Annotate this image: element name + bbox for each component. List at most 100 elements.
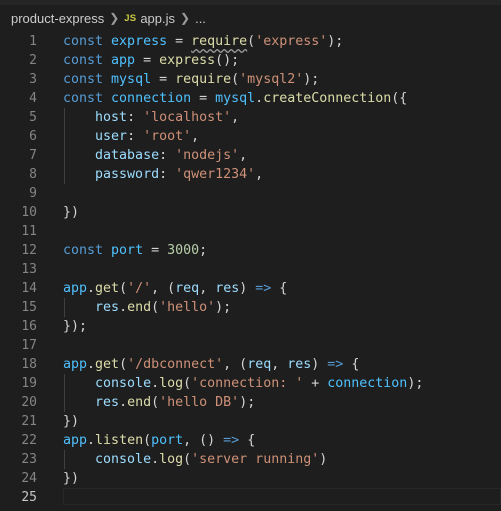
breadcrumb-folder[interactable]: product-express xyxy=(11,11,104,26)
identifier-token: password xyxy=(95,167,160,182)
identifier-token: req xyxy=(247,357,272,372)
code-line[interactable]: 14 app.get('/', (req, res) => { xyxy=(0,279,501,298)
code-content: app.get('/', (req, res) => { xyxy=(63,279,287,298)
punctuation-token: }) xyxy=(63,471,80,486)
breadcrumb-symbol-more[interactable]: ... xyxy=(195,11,206,26)
code-line[interactable]: 18 app.get('/dbconnect', (req, res) => { xyxy=(0,355,501,374)
constant-token: app xyxy=(63,281,88,296)
keyword-token: => xyxy=(255,281,272,296)
string-token: 'qwer1234' xyxy=(175,167,256,182)
code-line[interactable]: 22 app.listen(port, () => { xyxy=(0,431,501,450)
indent-guide xyxy=(64,298,65,317)
punctuation-token: = xyxy=(191,91,216,106)
punctuation-token: { xyxy=(343,357,360,372)
indent-guide xyxy=(64,374,65,412)
punctuation-token: = xyxy=(135,53,160,68)
line-number: 18 xyxy=(21,357,37,372)
current-line-highlight xyxy=(63,488,501,505)
string-token: 'connection: ' xyxy=(191,376,304,391)
code-line[interactable]: 15 res.end('hello'); xyxy=(0,298,501,317)
punctuation-token: . xyxy=(87,281,96,296)
identifier-token: host xyxy=(95,110,128,125)
code-content: res.end('hello DB'); xyxy=(63,393,255,412)
code-content: password: 'qwer1234', xyxy=(63,165,263,184)
identifier-token: res xyxy=(215,281,240,296)
punctuation-token: = xyxy=(151,72,176,87)
identifier-token: res xyxy=(95,300,120,315)
punctuation-token xyxy=(63,148,95,163)
code-content: app.listen(port, () => { xyxy=(63,431,255,450)
punctuation-token: }) xyxy=(63,205,80,220)
breadcrumb-file[interactable]: app.js xyxy=(140,11,175,26)
code-editor[interactable]: 1 const express = require('express'); 2 con… xyxy=(0,31,501,511)
code-line[interactable]: 11 xyxy=(0,222,501,241)
code-line[interactable]: 8 password: 'qwer1234', xyxy=(0,165,501,184)
code-line[interactable]: 5 host: 'localhost', xyxy=(0,108,501,127)
punctuation-token: = xyxy=(167,34,192,49)
code-line[interactable]: 16}); xyxy=(0,317,501,336)
identifier-token: res xyxy=(95,395,120,410)
line-number: 10 xyxy=(21,205,37,220)
line-number: 16 xyxy=(21,319,37,334)
constant-token: mysql xyxy=(111,72,152,87)
keyword-token: const xyxy=(63,72,104,87)
code-line[interactable]: 9 xyxy=(0,184,501,203)
code-line[interactable]: 17 xyxy=(0,336,501,355)
code-line[interactable]: 19 console.log('connection: ' + connecti… xyxy=(0,374,501,393)
identifier-token: database xyxy=(95,148,160,163)
identifier-token: console xyxy=(95,376,152,391)
code-line[interactable]: 6 user: 'root', xyxy=(0,127,501,146)
code-line[interactable]: 23 console.log('server running') xyxy=(0,450,501,469)
constant-token: app xyxy=(63,433,88,448)
punctuation-token: . xyxy=(255,91,264,106)
punctuation-token: ( xyxy=(183,376,192,391)
punctuation-token: . xyxy=(87,357,96,372)
string-token: 'server running' xyxy=(191,452,320,467)
punctuation-token: ); xyxy=(407,376,424,391)
string-token: '/dbconnect' xyxy=(127,357,224,372)
identifier-token: console xyxy=(95,452,152,467)
punctuation-token: ) xyxy=(239,281,256,296)
code-content: const app = express(); xyxy=(63,51,239,70)
line-number: 22 xyxy=(21,433,37,448)
punctuation-token: ( xyxy=(247,34,256,49)
code-content: console.log('connection: ' + connection)… xyxy=(63,374,423,393)
punctuation-token: ( xyxy=(143,433,152,448)
function-token: get xyxy=(95,281,120,296)
code-line[interactable]: 24}) xyxy=(0,469,501,488)
code-line[interactable]: 21}) xyxy=(0,412,501,431)
string-token: 'mysql2' xyxy=(239,72,304,87)
punctuation-token: ( xyxy=(231,72,240,87)
constant-token: app xyxy=(111,53,136,68)
code-line[interactable]: 3 const mysql = require('mysql2'); xyxy=(0,70,501,89)
punctuation-token: = xyxy=(143,243,168,258)
code-line[interactable]: 4 const connection = mysql.createConnecti… xyxy=(0,89,501,108)
punctuation-token xyxy=(63,300,95,315)
punctuation-token xyxy=(103,243,111,258)
code-line[interactable]: 25 xyxy=(0,488,501,507)
code-line[interactable]: 20 res.end('hello DB'); xyxy=(0,393,501,412)
indent-guide xyxy=(64,450,65,469)
code-line[interactable]: 1 const express = require('express'); xyxy=(0,32,501,51)
keyword-token: const xyxy=(63,34,104,49)
identifier-token: req xyxy=(175,281,200,296)
punctuation-token xyxy=(103,91,111,106)
string-token: 'hello DB' xyxy=(159,395,240,410)
punctuation-token: { xyxy=(239,433,256,448)
punctuation-token: ( xyxy=(151,395,160,410)
code-line[interactable]: 12 const port = 3000; xyxy=(0,241,501,260)
code-line[interactable]: 13 xyxy=(0,260,501,279)
line-number: 8 xyxy=(29,167,37,182)
punctuation-token: . xyxy=(119,395,128,410)
punctuation-token: : xyxy=(159,148,176,163)
code-content: app.get('/dbconnect', (req, res) => { xyxy=(63,355,359,374)
function-token: listen xyxy=(95,433,144,448)
code-line[interactable]: 10}) xyxy=(0,203,501,222)
code-content: user: 'root', xyxy=(63,127,199,146)
code-content: res.end('hello'); xyxy=(63,298,231,317)
line-number: 13 xyxy=(21,262,37,277)
code-line[interactable]: 7 database: 'nodejs', xyxy=(0,146,501,165)
code-content: }) xyxy=(63,412,79,431)
code-line[interactable]: 2 const app = express(); xyxy=(0,51,501,70)
punctuation-token: . xyxy=(119,300,128,315)
